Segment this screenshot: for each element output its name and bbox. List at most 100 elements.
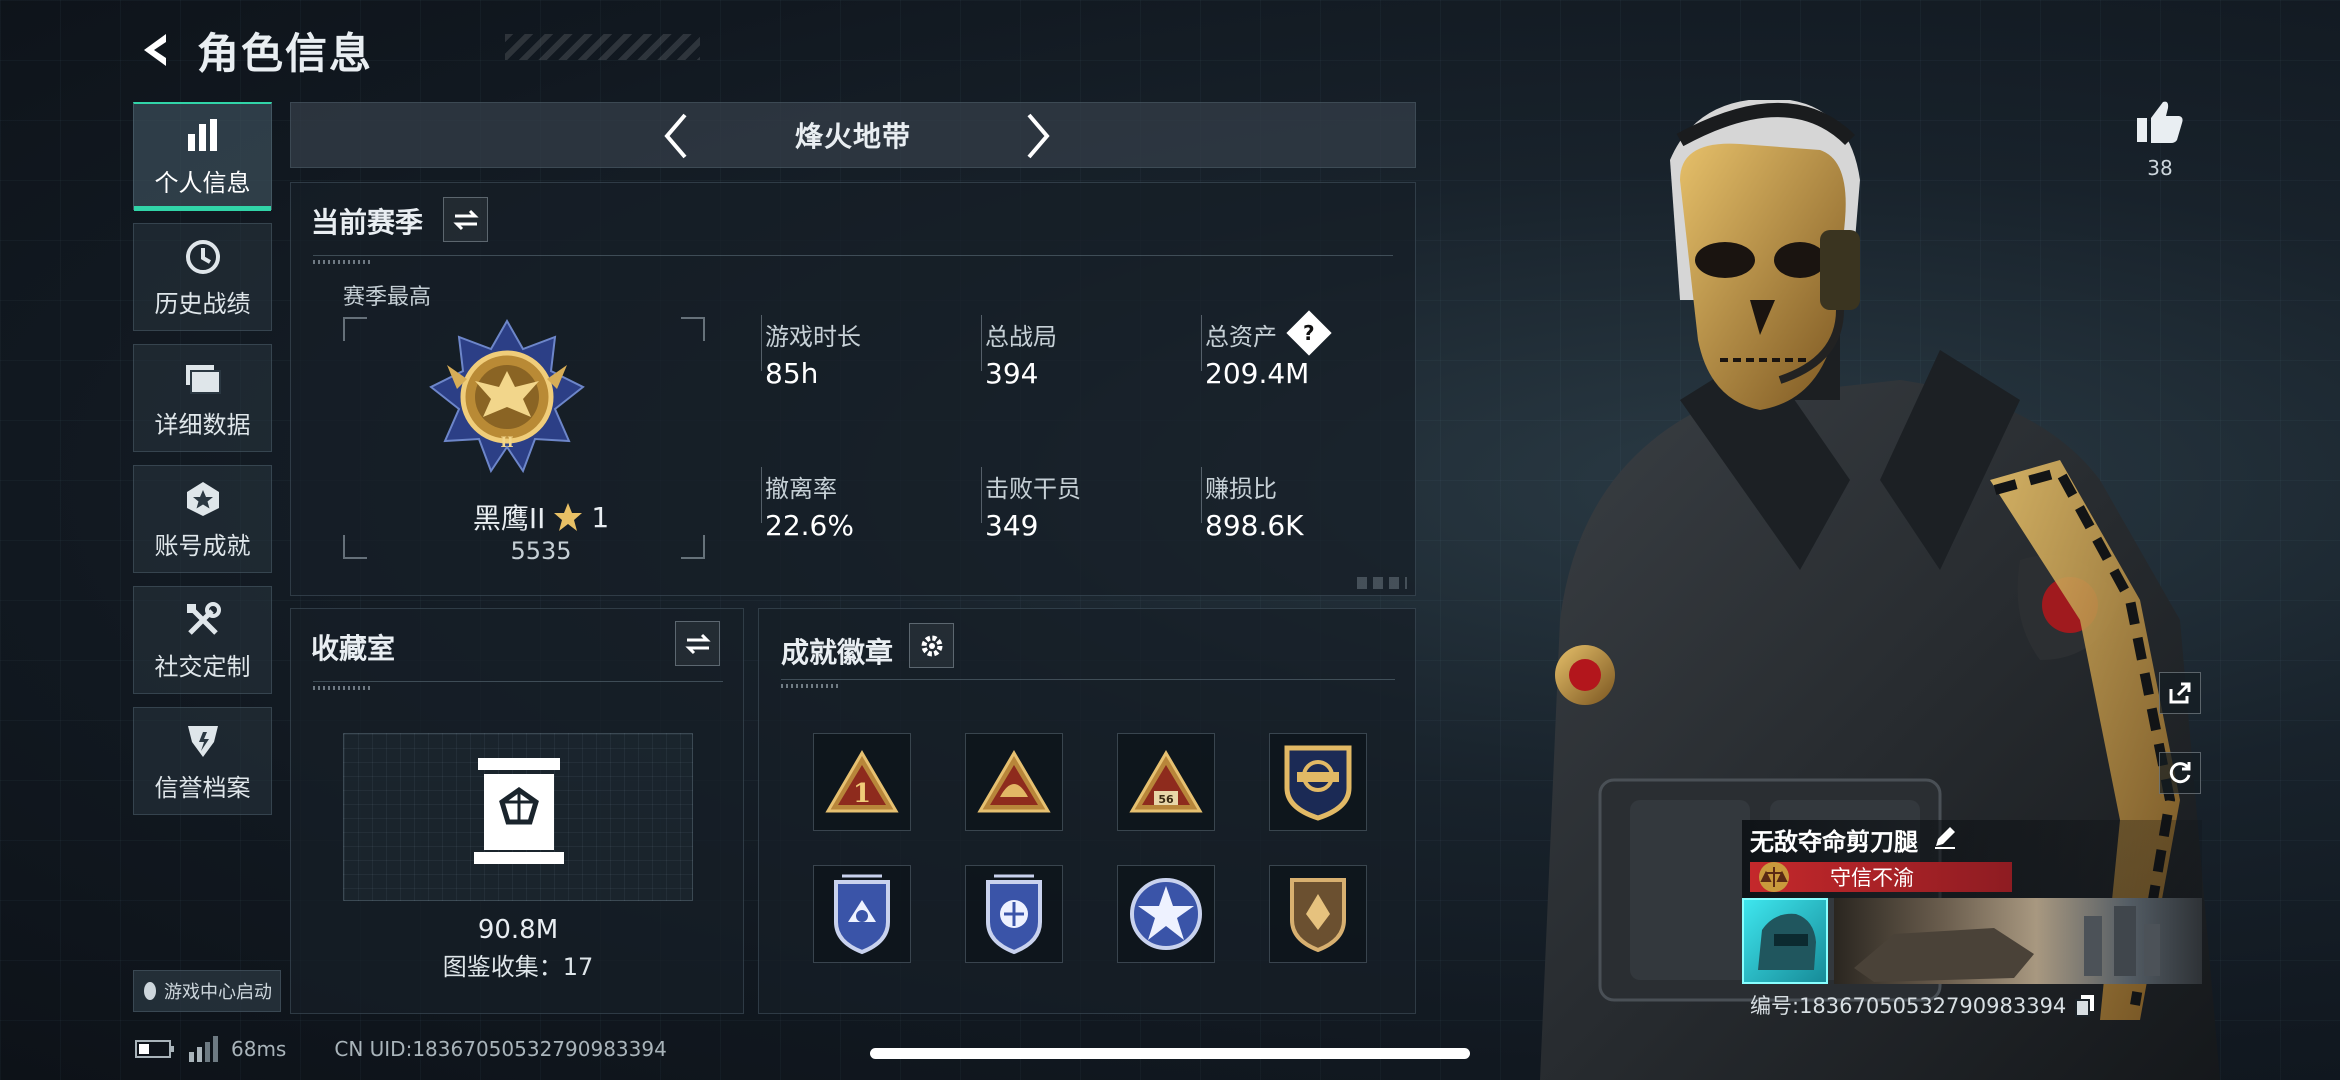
mode-selector: 烽火地带 [290, 102, 1416, 168]
home-indicator[interactable] [870, 1048, 1470, 1059]
banner-artwork [1854, 906, 2160, 982]
wrench-screwdriver-icon [182, 599, 224, 641]
motto-banner: 守信不渝 [1750, 862, 2012, 892]
frame-corner [681, 317, 705, 341]
battery-icon [135, 1040, 174, 1058]
copy-icon[interactable] [2074, 993, 2096, 1017]
triangle-helmet-badge-icon [977, 750, 1051, 813]
stat-total-matches-value: 394 [985, 357, 1039, 390]
page-title: 角色信息 [197, 28, 374, 78]
stat-separator [981, 467, 982, 523]
rank-score: 5535 [510, 537, 572, 565]
sidebar-item-label: 账号成就 [154, 531, 251, 560]
stat-separator [1201, 315, 1202, 371]
stat-operators-killed-value: 349 [985, 509, 1039, 542]
gold-shield-badge-icon [1284, 745, 1352, 821]
stat-profit-loss-label: 赚损比 [1205, 475, 1277, 503]
folder-icon [182, 357, 224, 399]
sidebar-item-personal-info[interactable]: 个人信息 [133, 102, 272, 211]
stat-separator [981, 315, 982, 371]
reputation-shield-icon [182, 720, 224, 762]
stat-operators-killed-label: 击败干员 [985, 475, 1081, 503]
rank-name: 黑鹰II [472, 502, 546, 535]
assets-help-button[interactable]: ? [1286, 310, 1332, 356]
back-arrow-icon [144, 34, 166, 66]
mode-prev-button[interactable] [651, 111, 701, 161]
thumbs-up-icon [2137, 101, 2183, 143]
collection-switch-button[interactable] [675, 621, 720, 666]
badge-text: 56 [1158, 793, 1174, 806]
badge-slot-5[interactable] [813, 865, 911, 963]
achievement-badges-panel: 成就徽章 1 56 [758, 608, 1416, 1014]
sidebar-item-label: 社交定制 [154, 652, 251, 681]
mode-next-button[interactable] [1013, 111, 1063, 161]
player-id-row: 编号:18367050532790983394 [1750, 990, 2096, 1020]
stat-play-time-label: 游戏时长 [765, 323, 861, 351]
badge-text: 1 [853, 779, 871, 809]
stat-extraction-rate-label: 撤离率 [765, 475, 837, 503]
footer-status-bar: 68ms CN UID:18367050532790983394 [135, 1036, 667, 1062]
badge-slot-8[interactable] [1269, 865, 1367, 963]
collection-panel: 收藏室 90.8M 图鉴收集：17 [290, 608, 744, 1014]
triangle-56-badge-icon: 56 [1129, 750, 1203, 813]
badge-slot-3[interactable]: 56 [1117, 733, 1215, 831]
badge-slot-7[interactable] [1117, 865, 1215, 963]
sidebar-item-history[interactable]: 历史战绩 [133, 223, 272, 331]
launch-label: 游戏中心启动 [164, 982, 272, 1003]
rank-emblem-black-hawk: II [429, 318, 585, 474]
collection-display-case[interactable] [343, 733, 693, 901]
blue-shield-badge-icon [834, 874, 890, 955]
refresh-icon [2169, 762, 2191, 784]
back-button[interactable] [135, 25, 175, 75]
edit-pencil-icon[interactable] [1932, 824, 1958, 850]
mode-title: 烽火地带 [794, 120, 911, 153]
uid-text: CN UID:18367050532790983394 [334, 1037, 667, 1061]
stat-play-time-value: 85h [765, 357, 819, 390]
collection-divider [313, 681, 723, 690]
title-stripes-decoration [505, 34, 700, 60]
svg-text:II: II [500, 435, 513, 451]
blue-star-badge-icon [1130, 878, 1202, 950]
achievement-star-icon [182, 478, 224, 520]
share-icon [2169, 682, 2191, 704]
motto-text: 守信不渝 [1830, 866, 1914, 890]
player-profile-card: 无敌夺命剪刀腿 守信不渝 编号:18367050532790983394 [1742, 820, 2202, 1030]
badge-slot-4[interactable] [1269, 733, 1367, 831]
badge-slot-6[interactable] [965, 865, 1063, 963]
penguin-icon [144, 982, 156, 1000]
rotate-view-button[interactable] [2159, 752, 2201, 794]
season-switch-button[interactable] [443, 197, 488, 242]
star-icon [554, 503, 583, 531]
player-id: 编号:18367050532790983394 [1750, 994, 2067, 1018]
like-button[interactable]: 38 [2130, 98, 2190, 180]
player-avatar[interactable] [1742, 898, 1828, 984]
share-button[interactable] [2159, 672, 2201, 714]
stat-total-matches-label: 总战局 [985, 323, 1057, 351]
sidebar-item-label: 详细数据 [154, 410, 251, 439]
current-season-panel: 当前赛季 赛季最高 II 黑鹰II 1 5535 游戏时长 85h 总战局 39… [290, 182, 1416, 596]
blue-shield-badge-icon [986, 874, 1042, 955]
badge-slot-1[interactable]: 1 [813, 733, 911, 831]
badge-slot-2[interactable] [965, 733, 1063, 831]
sidebar-item-achievements[interactable]: 账号成就 [133, 465, 272, 573]
collection-panel-title: 收藏室 [311, 632, 396, 665]
stat-separator [761, 315, 762, 371]
sidebar-item-social[interactable]: 社交定制 [133, 586, 272, 694]
rank-row: 黑鹰II 1 [291, 497, 791, 537]
season-divider [313, 255, 1393, 264]
player-banner[interactable] [1834, 898, 2202, 984]
vault-trophy-icon [474, 758, 564, 864]
game-center-launch-button[interactable]: 游戏中心启动 [133, 970, 281, 1012]
chevron-right-icon [1027, 113, 1050, 159]
bar-chart-icon [182, 115, 224, 157]
frame-corner [343, 317, 367, 341]
triangle-rank-1-badge-icon: 1 [825, 750, 899, 813]
sidebar: 个人信息 历史战绩 详细数据 账号成就 社交定制 信誉档案 [133, 102, 272, 828]
badges-divider [781, 679, 1395, 688]
page-header: 角色信息 [135, 22, 700, 78]
sidebar-item-reputation[interactable]: 信誉档案 [133, 707, 272, 815]
season-best-label: 赛季最高 [343, 285, 432, 310]
badges-settings-button[interactable] [909, 623, 954, 668]
sidebar-item-detail-data[interactable]: 详细数据 [133, 344, 272, 452]
season-panel-title: 当前赛季 [311, 206, 424, 239]
